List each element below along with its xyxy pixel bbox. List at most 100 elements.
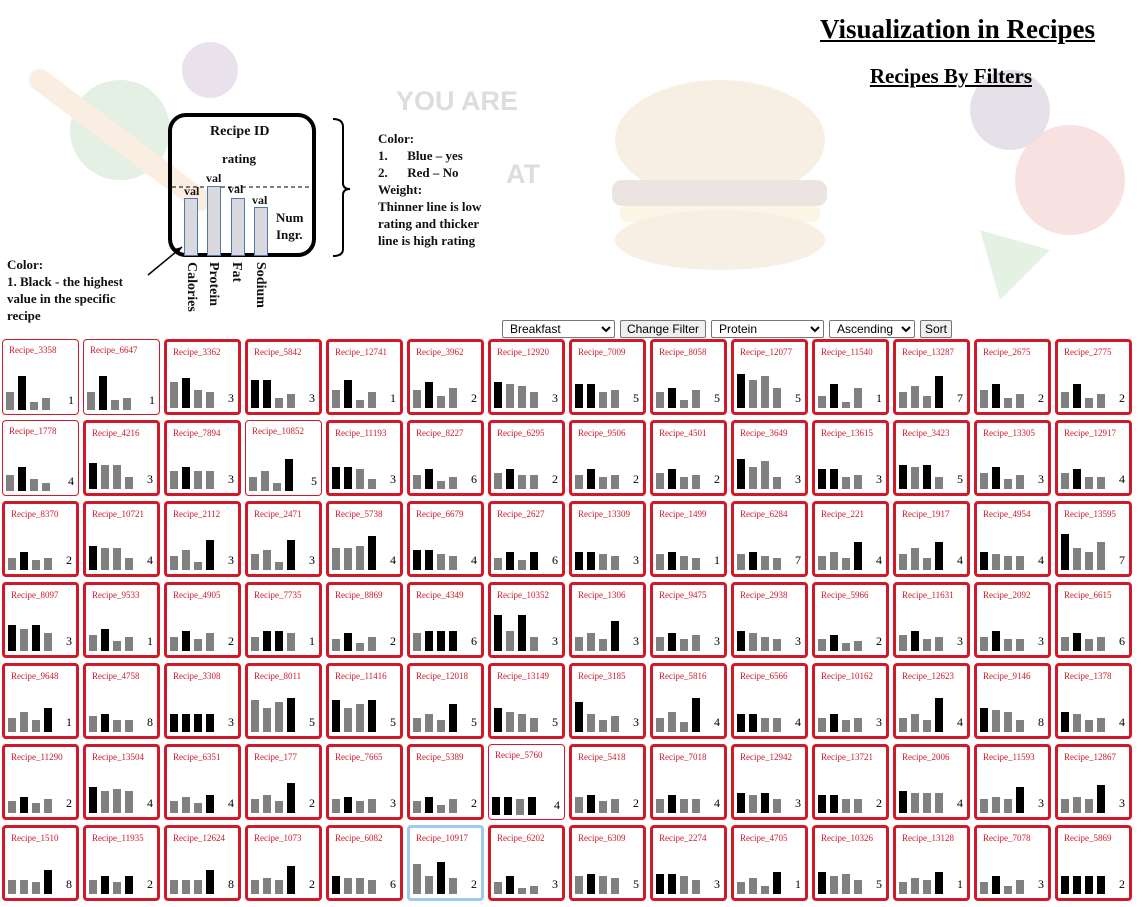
recipe-card[interactable]: Recipe_5418 2: [569, 744, 646, 820]
recipe-card[interactable]: Recipe_5816 4: [650, 663, 727, 739]
recipe-card[interactable]: Recipe_7735 1: [245, 582, 322, 658]
recipe-card[interactable]: Recipe_7894 3: [164, 420, 241, 496]
recipe-card[interactable]: Recipe_11290 2: [2, 744, 79, 820]
change-filter-button[interactable]: Change Filter: [620, 320, 706, 338]
recipe-card[interactable]: Recipe_4758 8: [83, 663, 160, 739]
recipe-card[interactable]: Recipe_3358 1: [2, 339, 79, 415]
recipe-card[interactable]: Recipe_8869 2: [326, 582, 403, 658]
recipe-card[interactable]: Recipe_9146 8: [974, 663, 1051, 739]
recipe-card[interactable]: Recipe_9475 3: [650, 582, 727, 658]
recipe-card[interactable]: Recipe_12018 5: [407, 663, 484, 739]
recipe-card[interactable]: Recipe_4216 3: [83, 420, 160, 496]
recipe-card[interactable]: Recipe_5738 4: [326, 501, 403, 577]
recipe-card[interactable]: Recipe_4905 2: [164, 582, 241, 658]
sort-order-select[interactable]: Ascending: [829, 320, 915, 338]
recipe-card[interactable]: Recipe_10352 3: [488, 582, 565, 658]
recipe-card[interactable]: Recipe_3649 3: [731, 420, 808, 496]
recipe-card[interactable]: Recipe_12920 3: [488, 339, 565, 415]
recipe-card[interactable]: Recipe_4349 6: [407, 582, 484, 658]
recipe-card[interactable]: Recipe_7078 3: [974, 825, 1051, 901]
recipe-card[interactable]: Recipe_6679 4: [407, 501, 484, 577]
recipe-card[interactable]: Recipe_12867 3: [1055, 744, 1132, 820]
recipe-card[interactable]: Recipe_12741 1: [326, 339, 403, 415]
recipe-card[interactable]: Recipe_1499 1: [650, 501, 727, 577]
recipe-card[interactable]: Recipe_13305 3: [974, 420, 1051, 496]
recipe-card[interactable]: Recipe_11540 1: [812, 339, 889, 415]
recipe-card[interactable]: Recipe_2471 3: [245, 501, 322, 577]
recipe-card[interactable]: Recipe_1917 4: [893, 501, 970, 577]
recipe-card[interactable]: Recipe_12623 4: [893, 663, 970, 739]
recipe-card[interactable]: Recipe_9533 1: [83, 582, 160, 658]
recipe-card[interactable]: Recipe_2675 2: [974, 339, 1051, 415]
recipe-card[interactable]: Recipe_10852 5: [245, 420, 322, 496]
recipe-card[interactable]: Recipe_2274 3: [650, 825, 727, 901]
recipe-card[interactable]: Recipe_8011 5: [245, 663, 322, 739]
recipe-card[interactable]: Recipe_8058 5: [650, 339, 727, 415]
recipe-card[interactable]: Recipe_11593 3: [974, 744, 1051, 820]
recipe-card[interactable]: Recipe_9648 1: [2, 663, 79, 739]
recipe-card[interactable]: Recipe_5966 2: [812, 582, 889, 658]
recipe-card[interactable]: Recipe_2627 6: [488, 501, 565, 577]
recipe-card[interactable]: Recipe_7665 3: [326, 744, 403, 820]
recipe-card[interactable]: Recipe_5869 2: [1055, 825, 1132, 901]
recipe-card[interactable]: Recipe_12942 3: [731, 744, 808, 820]
recipe-card[interactable]: Recipe_3308 3: [164, 663, 241, 739]
recipe-card[interactable]: Recipe_11935 2: [83, 825, 160, 901]
recipe-card[interactable]: Recipe_8097 3: [2, 582, 79, 658]
recipe-card[interactable]: Recipe_10917 2: [407, 825, 484, 901]
recipe-card[interactable]: Recipe_1510 8: [2, 825, 79, 901]
recipe-card[interactable]: Recipe_221 4: [812, 501, 889, 577]
recipe-card[interactable]: Recipe_5389 2: [407, 744, 484, 820]
recipe-card[interactable]: Recipe_1306 3: [569, 582, 646, 658]
recipe-card[interactable]: Recipe_13504 4: [83, 744, 160, 820]
recipe-card[interactable]: Recipe_5760 4: [488, 744, 565, 820]
recipe-card[interactable]: Recipe_10162 3: [812, 663, 889, 739]
sort-button[interactable]: Sort: [920, 320, 952, 338]
meal-filter-select[interactable]: Breakfast: [502, 320, 615, 338]
recipe-card[interactable]: Recipe_6202 3: [488, 825, 565, 901]
recipe-card[interactable]: Recipe_13309 3: [569, 501, 646, 577]
recipe-card[interactable]: Recipe_12624 8: [164, 825, 241, 901]
recipe-card[interactable]: Recipe_177 2: [245, 744, 322, 820]
recipe-card[interactable]: Recipe_11416 5: [326, 663, 403, 739]
sort-field-select[interactable]: Protein: [711, 320, 824, 338]
recipe-card[interactable]: Recipe_2092 3: [974, 582, 1051, 658]
recipe-card[interactable]: Recipe_7009 5: [569, 339, 646, 415]
recipe-card[interactable]: Recipe_3423 5: [893, 420, 970, 496]
recipe-card[interactable]: Recipe_2112 3: [164, 501, 241, 577]
recipe-card[interactable]: Recipe_11631 3: [893, 582, 970, 658]
recipe-card[interactable]: Recipe_6082 6: [326, 825, 403, 901]
recipe-card[interactable]: Recipe_4501 2: [650, 420, 727, 496]
recipe-card[interactable]: Recipe_6295 2: [488, 420, 565, 496]
recipe-card[interactable]: Recipe_1073 2: [245, 825, 322, 901]
recipe-card[interactable]: Recipe_5842 3: [245, 339, 322, 415]
recipe-card[interactable]: Recipe_10721 4: [83, 501, 160, 577]
recipe-card[interactable]: Recipe_12917 4: [1055, 420, 1132, 496]
recipe-card[interactable]: Recipe_3185 3: [569, 663, 646, 739]
recipe-card[interactable]: Recipe_10326 5: [812, 825, 889, 901]
recipe-card[interactable]: Recipe_2938 3: [731, 582, 808, 658]
recipe-card[interactable]: Recipe_6309 5: [569, 825, 646, 901]
recipe-card[interactable]: Recipe_7018 4: [650, 744, 727, 820]
recipe-card[interactable]: Recipe_8227 6: [407, 420, 484, 496]
recipe-card[interactable]: Recipe_6615 6: [1055, 582, 1132, 658]
recipe-card[interactable]: Recipe_1778 4: [2, 420, 79, 496]
recipe-card[interactable]: Recipe_2775 2: [1055, 339, 1132, 415]
recipe-card[interactable]: Recipe_13128 1: [893, 825, 970, 901]
recipe-card[interactable]: Recipe_1378 4: [1055, 663, 1132, 739]
recipe-card[interactable]: Recipe_6566 4: [731, 663, 808, 739]
recipe-card[interactable]: Recipe_6647 1: [83, 339, 160, 415]
recipe-card[interactable]: Recipe_9506 2: [569, 420, 646, 496]
recipe-card[interactable]: Recipe_13287 7: [893, 339, 970, 415]
recipe-card[interactable]: Recipe_3362 3: [164, 339, 241, 415]
recipe-card[interactable]: Recipe_8370 2: [2, 501, 79, 577]
recipe-card[interactable]: Recipe_4954 4: [974, 501, 1051, 577]
recipe-card[interactable]: Recipe_13149 5: [488, 663, 565, 739]
recipe-card[interactable]: Recipe_2006 4: [893, 744, 970, 820]
recipe-card[interactable]: Recipe_13721 2: [812, 744, 889, 820]
recipe-card[interactable]: Recipe_11193 3: [326, 420, 403, 496]
recipe-card[interactable]: Recipe_13595 7: [1055, 501, 1132, 577]
recipe-card[interactable]: Recipe_3962 2: [407, 339, 484, 415]
recipe-card[interactable]: Recipe_13615 3: [812, 420, 889, 496]
recipe-card[interactable]: Recipe_12077 5: [731, 339, 808, 415]
